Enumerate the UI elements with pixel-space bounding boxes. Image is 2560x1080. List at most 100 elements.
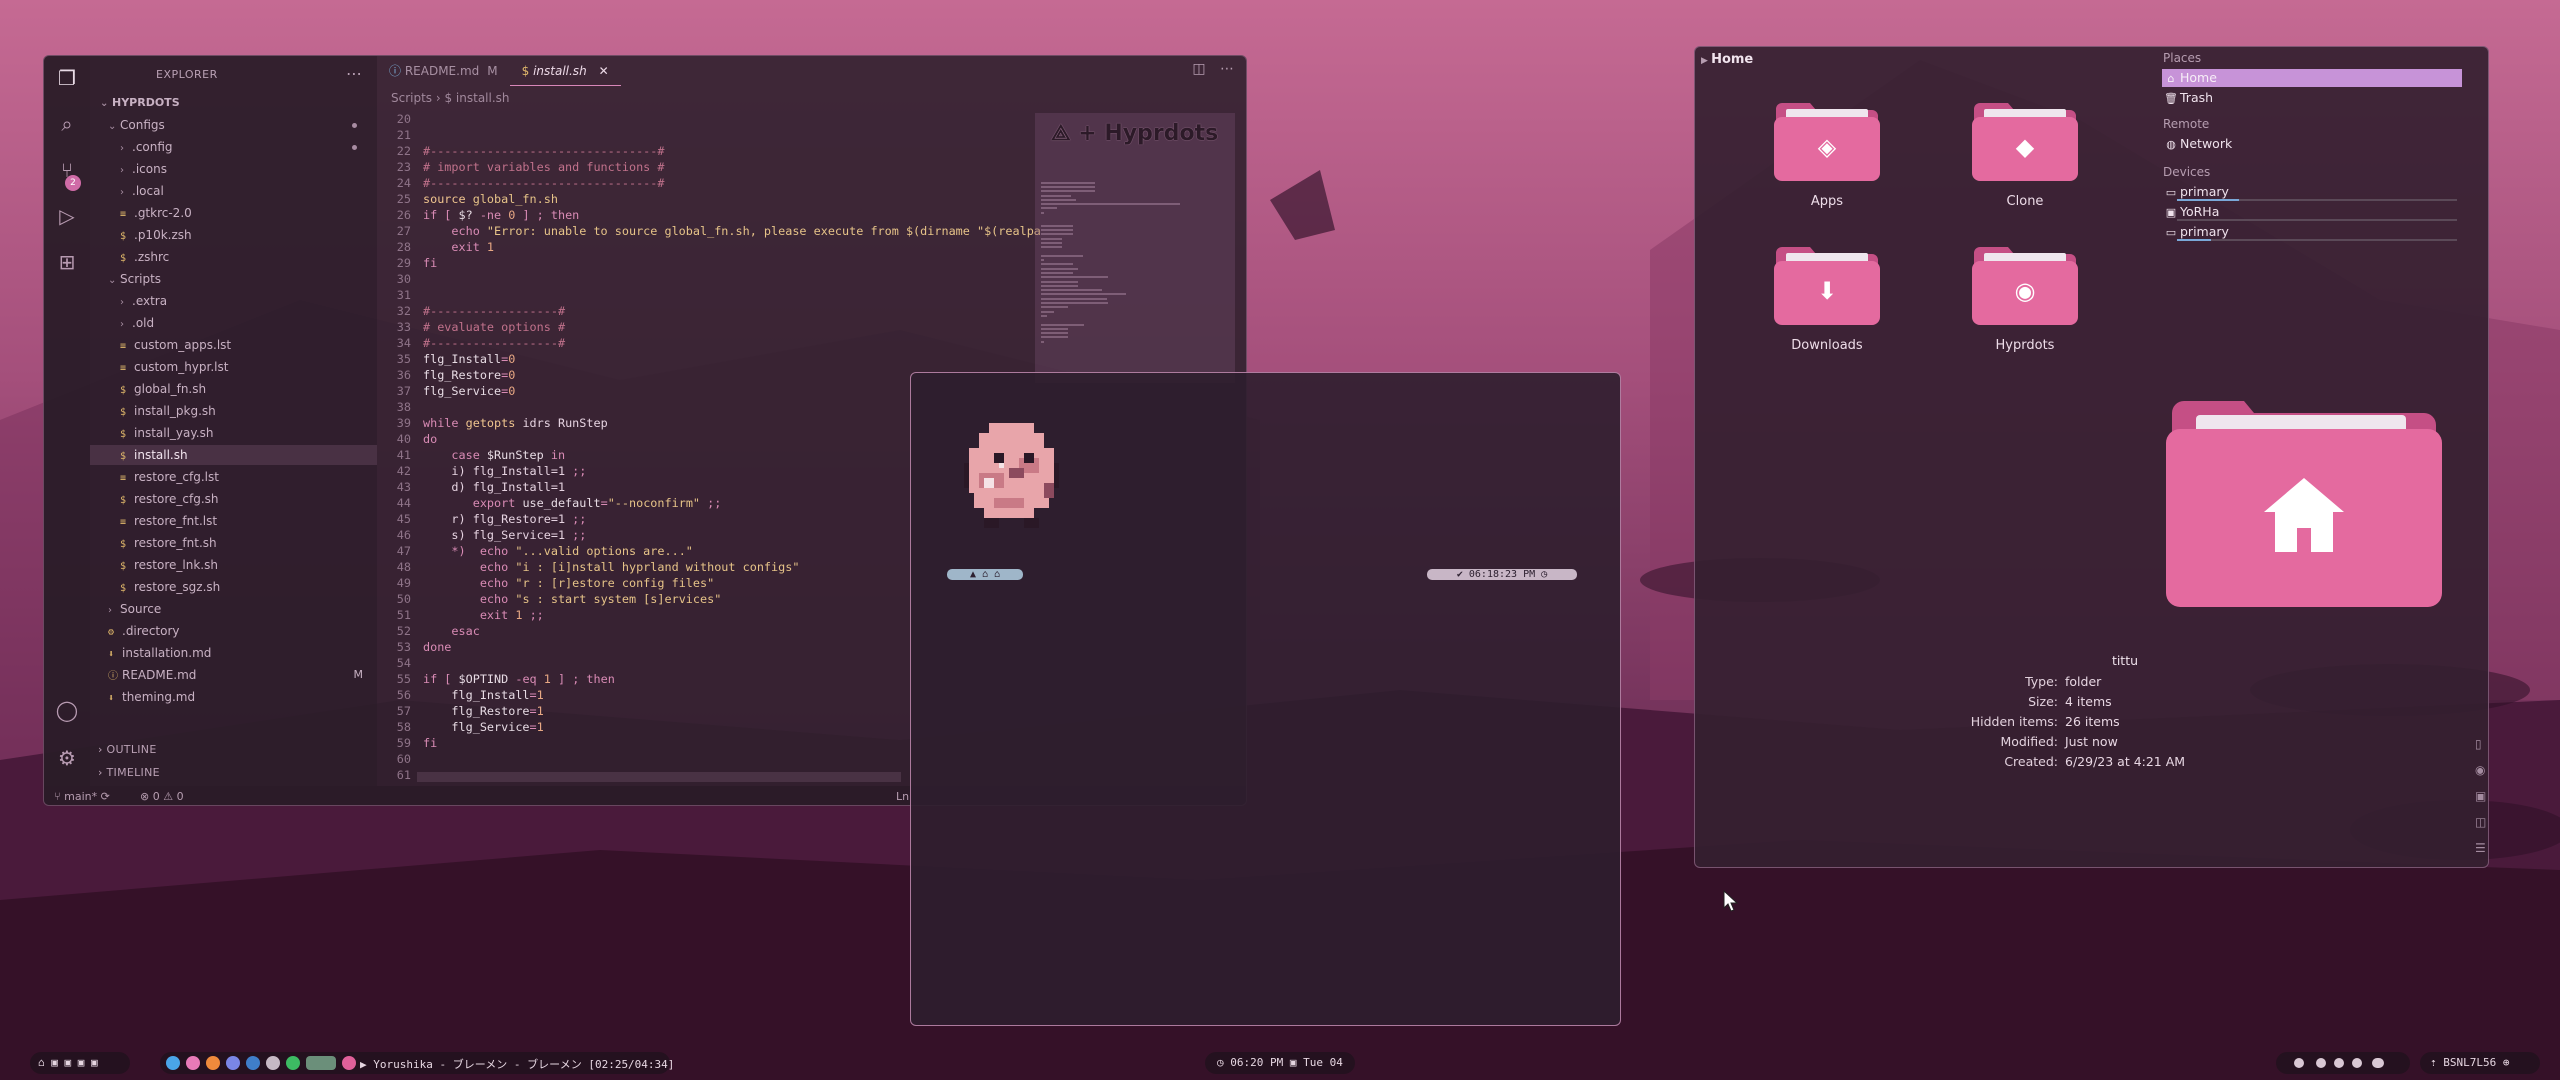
spotify-icon[interactable] xyxy=(286,1056,300,1070)
notification-icon[interactable] xyxy=(2294,1058,2304,1068)
file-type-icon: $ xyxy=(120,231,127,242)
terminal-icon[interactable] xyxy=(306,1056,336,1070)
folder-item[interactable]: ◈ Apps xyxy=(1767,97,1887,227)
device-item[interactable]: ▣ YoRHa xyxy=(2162,203,2462,221)
network-widget[interactable]: ⇡ BSNL7L56 ⊕ xyxy=(2420,1052,2540,1074)
search-icon[interactable]: ⌕ xyxy=(55,112,79,136)
tree-item[interactable]: ≡ restore_fnt.lst xyxy=(90,511,377,531)
dolphin-icon[interactable] xyxy=(266,1056,280,1070)
menu-icon[interactable]: ☰ xyxy=(2475,841,2486,855)
files-icon[interactable]: ❐ xyxy=(55,66,79,90)
panel-icon-a[interactable]: ▯ xyxy=(2475,737,2482,751)
extensions-icon[interactable]: ⊞ xyxy=(55,250,79,274)
minimap[interactable]: ⟁ + Hyprdots xyxy=(1035,113,1235,383)
tree-item[interactable]: $ restore_lnk.sh xyxy=(90,555,377,575)
tab-readme[interactable]: ⓘ README.md M xyxy=(377,56,510,86)
device-item[interactable]: ▭ primary xyxy=(2162,183,2462,201)
tree-item[interactable]: ⌄ Scripts xyxy=(90,269,377,289)
tree-item[interactable]: › .icons xyxy=(90,159,377,179)
line-number: 59 xyxy=(396,736,411,750)
tree-item[interactable]: $ .zshrc xyxy=(90,247,377,267)
tree-item[interactable]: › .config xyxy=(90,137,377,157)
workspace-switcher[interactable]: ⌂ ▣ ▣ ▣ ▣ xyxy=(30,1052,130,1074)
eye-icon[interactable]: ◉ xyxy=(2475,763,2485,777)
tree-item[interactable]: ⓘ README.md M xyxy=(90,665,377,685)
tree-item[interactable]: › .extra xyxy=(90,291,377,311)
horizontal-scrollbar[interactable] xyxy=(417,772,901,782)
tree-item-label: restore_lnk.sh xyxy=(134,558,218,572)
discord-tray-icon[interactable] xyxy=(2372,1058,2384,1068)
tree-item[interactable]: ⬇ theming.md xyxy=(90,687,377,707)
outline-section[interactable]: › OUTLINE xyxy=(98,743,157,756)
telegram-icon[interactable] xyxy=(166,1056,180,1070)
minimap-line xyxy=(1041,203,1181,206)
problems-status[interactable]: ⊗ 0 ⚠ 0 xyxy=(140,786,184,805)
bluetooth-icon[interactable] xyxy=(2316,1058,2326,1068)
steam-icon[interactable] xyxy=(2334,1058,2344,1068)
minimap-line xyxy=(1041,314,1048,317)
settings-gear-icon[interactable]: ⚙ xyxy=(55,746,79,770)
tree-item[interactable]: $ install_pkg.sh xyxy=(90,401,377,421)
music-app-icon[interactable] xyxy=(342,1056,356,1070)
code-token: *) echo xyxy=(423,544,516,558)
tree-item-label: installation.md xyxy=(122,646,212,660)
line-number: 26 xyxy=(396,208,411,222)
tree-item[interactable]: ≡ restore_cfg.lst xyxy=(90,467,377,487)
tree-item[interactable]: › Source xyxy=(90,599,377,619)
tree-item[interactable]: $ restore_fnt.sh xyxy=(90,533,377,553)
timeline-section[interactable]: › TIMELINE xyxy=(98,766,160,779)
tree-item[interactable]: ⬇ installation.md xyxy=(90,643,377,663)
location-breadcrumb[interactable]: ▶ Home xyxy=(1701,52,1753,67)
run-debug-icon[interactable]: ▷ xyxy=(55,204,79,228)
folder-item[interactable]: ◆ Clone xyxy=(1965,97,2085,227)
more-actions-icon[interactable]: ⋯ xyxy=(1220,61,1234,77)
account-icon[interactable]: ◯ xyxy=(55,698,79,722)
media-now-playing[interactable]: ▶ Yorushika - ブレーメン - ブレーメン [02:25/04:34… xyxy=(360,1056,674,1072)
code-token: echo xyxy=(423,560,516,574)
tree-item[interactable]: ≡ .gtkrc-2.0 xyxy=(90,203,377,223)
system-tray xyxy=(2276,1052,2410,1074)
vscode-icon[interactable] xyxy=(246,1056,260,1070)
tree-item[interactable]: › .local xyxy=(90,181,377,201)
close-tab-icon[interactable]: ✕ xyxy=(599,64,609,78)
tree-item[interactable]: › .old xyxy=(90,313,377,333)
tree-item-label: restore_cfg.sh xyxy=(134,492,219,506)
place-item[interactable]: ⌂ Home xyxy=(2162,69,2462,87)
branch-name: main* xyxy=(64,790,98,803)
breadcrumb[interactable]: Scripts › $ install.sh xyxy=(391,91,510,105)
tree-item[interactable]: ⚙ .directory xyxy=(90,621,377,641)
tree-item[interactable]: $ restore_cfg.sh xyxy=(90,489,377,509)
place-item[interactable]: 🗑 Trash xyxy=(2162,89,2462,107)
tree-item[interactable]: $ install.sh xyxy=(90,445,377,465)
clock-widget[interactable]: ◷ 06:20 PM ▣ Tue 04 xyxy=(1205,1052,1355,1074)
tree-root[interactable]: ⌄ HYPRDOTS xyxy=(90,93,377,113)
app-icon-pink[interactable] xyxy=(186,1056,200,1070)
terminal-window[interactable]: ▲ ⌂ ⌂ ✔ 06:18:23 PM ◷ xyxy=(910,372,1621,1026)
tree-item[interactable]: $ restore_sgz.sh xyxy=(90,577,377,597)
spotify-tray-icon[interactable] xyxy=(2352,1058,2362,1068)
tree-item[interactable]: ≡ custom_hypr.lst xyxy=(90,357,377,377)
device-item[interactable]: ▭ primary xyxy=(2162,223,2462,241)
tree-item[interactable]: ⌄ Configs xyxy=(90,115,377,135)
tree-item-label: .zshrc xyxy=(134,250,170,264)
branch-status[interactable]: ⑂ main* ⟳ xyxy=(54,786,110,805)
tree-item[interactable]: $ global_fn.sh xyxy=(90,379,377,399)
cursor-position[interactable]: Ln xyxy=(896,786,909,805)
folder-item[interactable]: ◉ Hyprdots xyxy=(1965,241,2085,371)
tree-item[interactable]: $ install_yay.sh xyxy=(90,423,377,443)
line-number: 24 xyxy=(396,176,411,190)
tree-item[interactable]: ≡ custom_apps.lst xyxy=(90,335,377,355)
tree-item[interactable]: $ .p10k.zsh xyxy=(90,225,377,245)
folder-item[interactable]: ⬇ Downloads xyxy=(1767,241,1887,371)
code-line: 55 if [ $OPTIND -eq 1 ] ; then xyxy=(377,671,615,687)
new-folder-icon[interactable]: ▣ xyxy=(2475,789,2486,803)
tab-install-sh[interactable]: $ install.sh ✕ xyxy=(509,56,621,86)
firefox-icon[interactable] xyxy=(206,1056,220,1070)
info-label: Type: xyxy=(2025,674,2058,689)
discord-icon[interactable] xyxy=(226,1056,240,1070)
file-manager-window[interactable]: ▶ Home ◈ Apps ◆ Clone ⬇ Downloads ◉ Hyprdots Pl… xyxy=(1694,46,2489,868)
split-editor-icon[interactable]: ◫ xyxy=(1192,61,1205,77)
place-item[interactable]: ◍ Network xyxy=(2162,135,2462,153)
split-view-icon[interactable]: ◫ xyxy=(2475,815,2486,829)
more-actions-icon[interactable]: ⋯ xyxy=(346,64,362,83)
